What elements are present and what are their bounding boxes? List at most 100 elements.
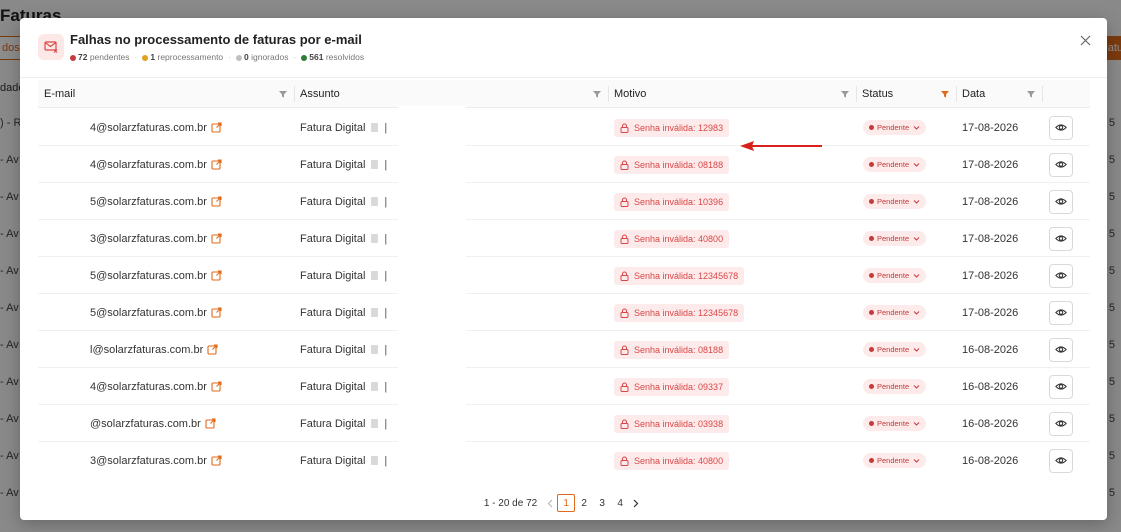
status-dropdown[interactable]: Pendente [863,305,927,320]
table-row[interactable]: 3@solarzfaturas.com.br Fatura Digital | … [38,220,1090,257]
stat-reprocessamento: 1 reprocessamento [142,52,223,62]
view-button[interactable] [1049,152,1073,177]
eye-icon [1055,382,1067,391]
status-dropdown[interactable]: Pendente [863,268,927,283]
table-row[interactable]: 5@solarzfaturas.com.br Fatura Digital | … [38,257,1090,294]
view-button[interactable] [1049,115,1073,140]
status-dropdown[interactable]: Pendente [863,453,927,468]
external-link-icon[interactable] [211,196,222,207]
actions-cell [1049,405,1073,442]
eye-icon [1055,234,1067,243]
actions-cell [1049,257,1073,294]
status-dropdown[interactable]: Pendente [863,231,927,246]
column-header-date[interactable]: Data [956,80,985,108]
view-button[interactable] [1049,263,1073,288]
external-link-icon[interactable] [207,344,218,355]
reason-text: Senha inválida: 10396 [634,196,724,207]
chevron-down-icon [913,124,920,131]
subject-filter-icon[interactable] [592,89,602,99]
external-link-icon[interactable] [205,418,216,429]
column-header-email[interactable]: E-mail [38,80,75,108]
close-button[interactable] [1077,32,1093,48]
chevron-down-icon [913,346,920,353]
email-cell: 4@solarzfaturas.com.br [90,146,222,183]
page-2-button[interactable]: 2 [575,494,593,512]
column-header-reason[interactable]: Motivo [608,80,646,108]
page-numbers: 1234 [557,494,629,512]
page-3-button[interactable]: 3 [593,494,611,512]
subject-cell: Fatura Digital | [300,146,387,183]
eye-icon [1055,160,1067,169]
page-1-button[interactable]: 1 [557,494,576,512]
status-dropdown[interactable]: Pendente [863,194,927,209]
view-button[interactable] [1049,189,1073,214]
status-dropdown[interactable]: Pendente [863,379,927,394]
view-button[interactable] [1049,448,1073,473]
date-filter-icon[interactable] [1026,89,1036,99]
status-cell: Pendente [863,405,927,442]
next-page-button[interactable] [629,494,643,512]
stat-separator: · [134,52,138,62]
status-cell: Pendente [863,146,927,183]
status-dropdown[interactable]: Pendente [863,342,927,357]
status-text: Pendente [877,197,910,206]
date-text: 16-08-2026 [962,380,1019,393]
external-link-icon[interactable] [211,307,222,318]
email-filter-icon[interactable] [278,89,288,99]
view-button[interactable] [1049,374,1073,399]
table-row[interactable]: 5@solarzfaturas.com.br Fatura Digital | … [38,183,1090,220]
subject-text: Fatura Digital [300,269,366,282]
status-dot-icon [142,54,149,61]
page-4-button[interactable]: 4 [611,494,629,512]
subject-divider: | [384,306,388,319]
view-button[interactable] [1049,300,1073,325]
view-button[interactable] [1049,411,1073,436]
date-cell: 16-08-2026 [962,331,1018,368]
table-row[interactable]: 4@solarzfaturas.com.br Fatura Digital | … [38,146,1090,183]
external-link-icon[interactable] [211,122,222,133]
view-button[interactable] [1049,337,1073,362]
stat-separator: · [228,52,232,62]
document-icon [371,308,379,317]
status-dot-icon [869,458,874,463]
status-cell: Pendente [863,442,927,476]
table-row[interactable]: l@solarzfaturas.com.br Fatura Digital | … [38,331,1090,368]
status-dropdown[interactable]: Pendente [863,120,927,135]
eye-icon [1055,308,1067,317]
email-cell: 3@solarzfaturas.com.br [90,442,222,476]
column-header-subject[interactable]: Assunto [294,80,340,108]
external-link-icon[interactable] [211,233,222,244]
table-row[interactable]: 4@solarzfaturas.com.br Fatura Digital | … [38,109,1090,146]
reason-text: Senha inválida: 08188 [634,159,724,170]
view-button[interactable] [1049,226,1073,251]
external-link-icon[interactable] [211,270,222,281]
reason-filter-icon[interactable] [840,89,850,99]
pagination-range: 1 - 20 de 72 [483,497,538,509]
table-row[interactable]: 4@solarzfaturas.com.br Fatura Digital | … [38,368,1090,405]
status-dropdown[interactable]: Pendente [863,157,927,172]
table-row[interactable]: 3@solarzfaturas.com.br Fatura Digital | … [38,442,1090,476]
external-link-icon[interactable] [211,381,222,392]
email-text: 4@solarzfaturas.com.br [90,121,207,134]
external-link-icon[interactable] [211,159,222,170]
date-text: 17-08-2026 [962,121,1019,134]
previous-page-button[interactable] [543,494,557,512]
subject-cell: Fatura Digital | [300,183,387,220]
external-link-icon[interactable] [211,455,222,466]
chevron-down-icon [913,420,920,427]
status-dot-icon [869,125,874,130]
column-header-status[interactable]: Status [856,80,893,108]
status-filter-icon-active[interactable] [940,89,950,99]
status-dot-icon [869,347,874,352]
status-text: Pendente [877,456,910,465]
table-row[interactable]: 5@solarzfaturas.com.br Fatura Digital | … [38,294,1090,331]
status-dropdown[interactable]: Pendente [863,416,927,431]
eye-icon [1055,456,1067,465]
reason-tag: Senha inválida: 03938 [614,414,730,433]
document-icon [371,456,379,465]
modal-title: Falhas no processamento de faturas por e… [70,32,362,47]
date-cell: 17-08-2026 [962,220,1018,257]
reason-tag: Senha inválida: 12345678 [614,303,745,322]
table-row[interactable]: @solarzfaturas.com.br Fatura Digital | S… [38,405,1090,442]
email-cell: l@solarzfaturas.com.br [90,331,218,368]
